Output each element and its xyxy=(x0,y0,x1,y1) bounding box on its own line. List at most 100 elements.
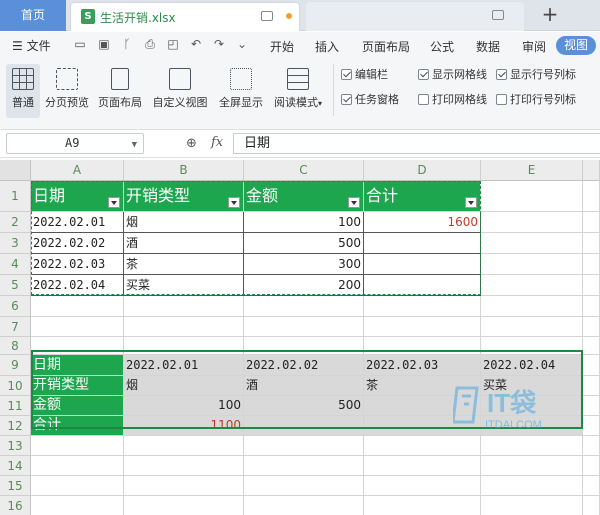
table2-date[interactable]: 2022.02.04 xyxy=(481,355,583,376)
cell[interactable] xyxy=(124,436,244,456)
tab-home[interactable]: 首页 xyxy=(0,0,66,31)
cell[interactable] xyxy=(31,436,124,456)
full-screen-button[interactable]: 全屏显示 xyxy=(216,64,266,110)
cell[interactable] xyxy=(364,496,481,515)
column-header-c[interactable]: C xyxy=(244,160,364,181)
filter-dropdown-icon[interactable] xyxy=(228,197,240,208)
formula-bar-checkbox[interactable]: 编辑栏 xyxy=(341,68,388,82)
table2-empty[interactable] xyxy=(244,416,364,436)
table2-label[interactable]: 金额 xyxy=(31,396,124,416)
format-painter-icon[interactable]: ᚴ xyxy=(120,38,134,51)
cell[interactable] xyxy=(583,254,600,275)
cell[interactable] xyxy=(244,337,364,355)
row-header-8[interactable]: 8 xyxy=(0,337,31,355)
row-header-10[interactable]: 10 xyxy=(0,376,31,396)
table2-date[interactable]: 2022.02.01 xyxy=(124,355,244,376)
table2-amount[interactable]: 100 xyxy=(124,396,244,416)
cell[interactable] xyxy=(124,456,244,476)
menu-data[interactable]: 数据 xyxy=(476,38,500,55)
table1-cell[interactable]: 300 xyxy=(244,254,364,275)
cell[interactable] xyxy=(124,337,244,355)
print-preview-icon[interactable]: ◰ xyxy=(166,38,180,51)
cell[interactable] xyxy=(583,456,600,476)
table1-cell[interactable]: 2022.02.01 xyxy=(31,212,124,233)
row-header-9[interactable]: 9 xyxy=(0,355,31,376)
cell[interactable] xyxy=(481,496,583,515)
table2-label[interactable]: 开销类型 xyxy=(31,376,124,396)
row-header-16[interactable]: 16 xyxy=(0,496,31,515)
page-layout-button[interactable]: 页面布局 xyxy=(96,64,144,110)
table2-amount[interactable]: 500 xyxy=(244,396,364,416)
cell[interactable] xyxy=(31,337,124,355)
cell[interactable] xyxy=(31,296,124,317)
cell[interactable] xyxy=(124,496,244,515)
redo-icon[interactable]: ↷ xyxy=(212,38,226,51)
spreadsheet-grid[interactable]: ABCDE 1 2 3 4 5 6 7 8 9 10 11 12 13 14 15 16 日期 开销类型 金额 合计… xyxy=(0,160,600,515)
cell[interactable] xyxy=(481,296,583,317)
print-headings-checkbox[interactable]: 打印行号列标 xyxy=(496,93,576,107)
row-header-6[interactable]: 6 xyxy=(0,296,31,317)
menu-formula[interactable]: 公式 xyxy=(430,38,454,55)
filter-dropdown-icon[interactable] xyxy=(465,197,477,208)
undo-icon[interactable]: ↶ xyxy=(189,38,203,51)
cell[interactable] xyxy=(31,496,124,515)
row-header-14[interactable]: 14 xyxy=(0,456,31,476)
formula-input[interactable]: 日期 xyxy=(233,133,600,154)
table1-cell[interactable]: 买菜 xyxy=(124,275,244,296)
select-all-corner[interactable] xyxy=(0,160,31,181)
name-box[interactable]: A9 ▼ xyxy=(6,133,144,154)
cell[interactable] xyxy=(583,436,600,456)
row-header-13[interactable]: 13 xyxy=(0,436,31,456)
table1-cell[interactable]: 2022.02.03 xyxy=(31,254,124,275)
row-header-11[interactable]: 11 xyxy=(0,396,31,416)
screen-icon[interactable] xyxy=(261,11,273,21)
column-header-e[interactable]: E xyxy=(481,160,583,181)
row-header-4[interactable]: 4 xyxy=(0,254,31,275)
table1-cell[interactable]: 酒 xyxy=(124,233,244,254)
cell[interactable] xyxy=(583,376,600,396)
cell[interactable] xyxy=(481,436,583,456)
save-icon[interactable]: ▣ xyxy=(97,38,111,51)
chevron-down-icon[interactable]: ▼ xyxy=(132,136,137,155)
cell[interactable] xyxy=(31,317,124,337)
cell[interactable] xyxy=(481,317,583,337)
cell[interactable] xyxy=(481,456,583,476)
menu-view[interactable]: 视图 xyxy=(556,36,596,55)
custom-view-button[interactable]: 自定义视图 xyxy=(151,64,209,110)
table2-date[interactable]: 2022.02.03 xyxy=(364,355,481,376)
table1-cell[interactable]: 1600 xyxy=(364,212,481,233)
cell[interactable] xyxy=(481,181,583,212)
screen-icon[interactable] xyxy=(492,10,504,20)
cell[interactable] xyxy=(583,181,600,212)
cell[interactable] xyxy=(583,337,600,355)
cell[interactable] xyxy=(481,476,583,496)
cell[interactable] xyxy=(583,416,600,436)
cell[interactable] xyxy=(583,396,600,416)
cell[interactable] xyxy=(124,296,244,317)
table2-label[interactable]: 日期 xyxy=(31,355,124,376)
menu-start[interactable]: 开始 xyxy=(270,38,294,55)
cell[interactable] xyxy=(481,275,583,296)
show-headings-checkbox[interactable]: 显示行号列标 xyxy=(496,68,576,82)
table1-cell[interactable] xyxy=(364,275,481,296)
table2-date[interactable]: 2022.02.02 xyxy=(244,355,364,376)
print-gridlines-checkbox[interactable]: 打印网格线 xyxy=(418,93,487,107)
table1-cell[interactable] xyxy=(364,233,481,254)
cell[interactable] xyxy=(364,337,481,355)
row-header-5[interactable]: 5 xyxy=(0,275,31,296)
table1-cell[interactable]: 2022.02.02 xyxy=(31,233,124,254)
filter-dropdown-icon[interactable] xyxy=(348,197,360,208)
cell[interactable] xyxy=(124,317,244,337)
reading-mode-button[interactable]: 阅读模式▾ xyxy=(270,64,326,110)
table2-total[interactable]: 1100 xyxy=(124,416,244,436)
tab-file[interactable]: S 生活开销.xlsx xyxy=(70,2,300,31)
column-header-d[interactable]: D xyxy=(364,160,481,181)
cell[interactable] xyxy=(481,337,583,355)
normal-view-button[interactable]: 普通 xyxy=(6,64,40,118)
tab-blank[interactable] xyxy=(306,2,524,31)
cell[interactable] xyxy=(364,296,481,317)
table1-header[interactable]: 日期 xyxy=(31,181,124,212)
cell[interactable] xyxy=(481,254,583,275)
table1-cell[interactable] xyxy=(364,254,481,275)
cell[interactable] xyxy=(583,496,600,515)
